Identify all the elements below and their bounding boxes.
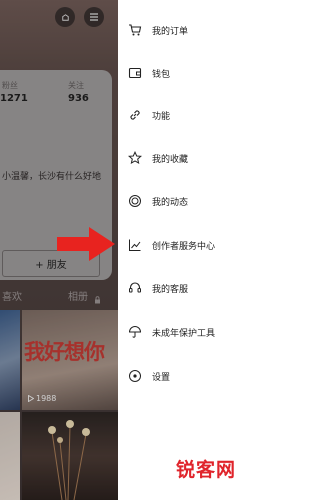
pointer-arrow-icon xyxy=(57,227,115,261)
umbrella-icon xyxy=(128,325,142,339)
site-watermark: 锐客网 xyxy=(176,459,237,481)
menu-item-label: 我的收藏 xyxy=(152,154,189,165)
menu-item-orders[interactable]: 我的订单 xyxy=(118,12,269,48)
menu-item-minor-protection[interactable]: 未成年保护工具 xyxy=(118,314,269,350)
menu-item-label: 设置 xyxy=(152,372,171,383)
menu-item-activity[interactable]: 我的动态 xyxy=(118,183,269,219)
chart-icon xyxy=(128,238,142,252)
menu-item-settings[interactable]: 设置 xyxy=(118,358,269,394)
link-icon xyxy=(128,108,142,122)
menu-item-label: 我的动态 xyxy=(152,197,189,208)
menu-item-creator-center[interactable]: 创作者服务中心 xyxy=(118,227,269,263)
settings-icon xyxy=(128,369,142,383)
star-icon xyxy=(128,151,142,165)
side-drawer: 我的订单 钱包 功能 我的收藏 我的动态 创作者服务中心 我的客服 未成年保护工… xyxy=(118,0,269,500)
menu-item-favorites[interactable]: 我的收藏 xyxy=(118,140,269,176)
wallet-icon xyxy=(128,66,142,80)
menu-item-label: 功能 xyxy=(152,111,171,122)
cart-icon xyxy=(128,23,142,37)
menu-item-label: 我的订单 xyxy=(152,26,189,37)
headset-icon xyxy=(128,281,142,295)
menu-item-label: 未成年保护工具 xyxy=(152,328,216,339)
menu-item-label: 我的客服 xyxy=(152,284,189,295)
menu-item-customer-service[interactable]: 我的客服 xyxy=(118,270,269,306)
menu-item-label: 钱包 xyxy=(152,69,171,80)
activity-icon xyxy=(128,194,142,208)
menu-item-features[interactable]: 功能 xyxy=(118,97,269,133)
menu-item-wallet[interactable]: 钱包 xyxy=(118,55,269,91)
menu-item-label: 创作者服务中心 xyxy=(152,241,216,252)
